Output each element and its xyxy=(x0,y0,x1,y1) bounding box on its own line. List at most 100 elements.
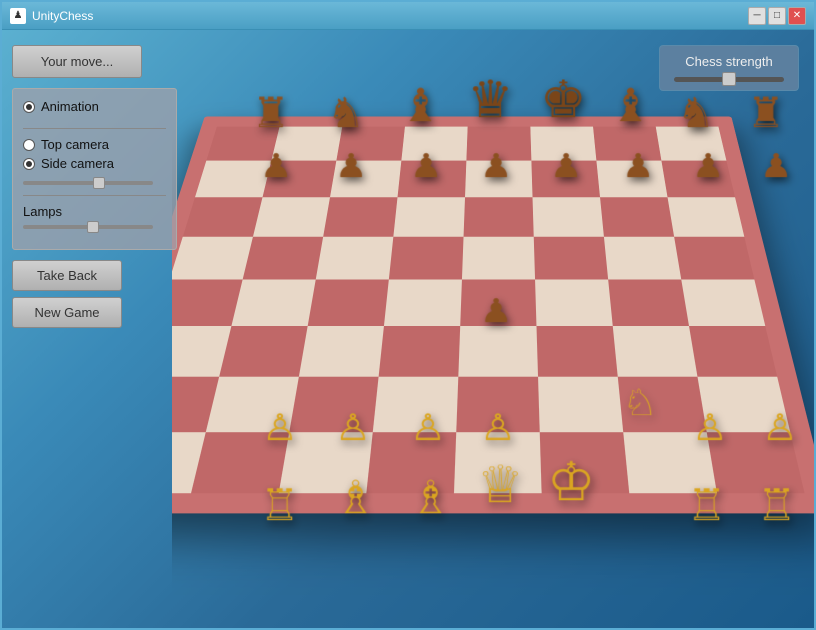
camera-group: Top camera Side camera xyxy=(23,137,166,171)
side-camera-radio-item[interactable]: Side camera xyxy=(23,156,166,171)
cell-3-5[interactable] xyxy=(464,197,534,237)
action-buttons: Take Back New Game xyxy=(12,260,187,328)
chess-board-area: ♜ ♞ ♝ ♛ ♚ ♝ ♞ ♜ ♟ ♟ ♟ ♟ ♟ ♟ ♟ ♟ ♟ xyxy=(172,60,814,628)
new-game-button[interactable]: New Game xyxy=(12,297,122,328)
cell-3-8[interactable] xyxy=(668,197,745,237)
cell-5-4[interactable] xyxy=(384,280,462,326)
chess-strength-panel: Chess strength xyxy=(659,45,799,91)
cell-1-2[interactable] xyxy=(271,127,342,161)
chess-strength-title: Chess strength xyxy=(672,54,786,69)
cell-5-8[interactable] xyxy=(681,280,765,326)
animation-label: Animation xyxy=(41,99,99,114)
cell-2-2[interactable] xyxy=(263,161,337,198)
cell-7-2[interactable] xyxy=(206,377,299,432)
cell-7-4[interactable] xyxy=(373,377,459,432)
cell-5-7[interactable] xyxy=(608,280,689,326)
cell-1-6[interactable] xyxy=(530,127,596,161)
cell-2-7[interactable] xyxy=(596,161,667,198)
cell-6-2[interactable] xyxy=(219,326,308,377)
cell-5-3[interactable] xyxy=(308,280,389,326)
controls-panel: Animation Top camera Side camera xyxy=(12,88,177,250)
window-title: UnityChess xyxy=(32,9,748,23)
cell-3-6[interactable] xyxy=(533,197,604,237)
side-camera-label: Side camera xyxy=(41,156,114,171)
cell-1-7[interactable] xyxy=(593,127,661,161)
cell-3-7[interactable] xyxy=(600,197,674,237)
cell-7-5[interactable] xyxy=(456,377,539,432)
cell-2-5[interactable] xyxy=(465,161,533,198)
cell-8-5[interactable] xyxy=(454,432,542,493)
camera-slider-container xyxy=(23,181,166,185)
cell-2-3[interactable] xyxy=(330,161,401,198)
cell-6-4[interactable] xyxy=(379,326,461,377)
cell-2-1[interactable] xyxy=(195,161,271,198)
camera-slider-track xyxy=(23,181,153,185)
cell-6-7[interactable] xyxy=(613,326,698,377)
app-icon: ♟ xyxy=(10,8,26,24)
cell-1-8[interactable] xyxy=(656,127,727,161)
cell-7-3[interactable] xyxy=(289,377,378,432)
cell-4-6[interactable] xyxy=(534,237,608,280)
divider-2 xyxy=(23,195,166,196)
board-3d xyxy=(172,117,814,628)
cell-4-8[interactable] xyxy=(674,237,754,280)
left-panel: Your move... Animation Top camera xyxy=(12,45,187,328)
cell-6-8[interactable] xyxy=(689,326,777,377)
cell-8-8[interactable] xyxy=(707,432,805,493)
lamps-slider-thumb[interactable] xyxy=(87,221,99,233)
lamps-slider-container xyxy=(23,225,166,229)
animation-radio-item[interactable]: Animation xyxy=(23,99,166,114)
your-move-button[interactable]: Your move... xyxy=(12,45,142,78)
cell-1-4[interactable] xyxy=(401,127,467,161)
cell-7-6[interactable] xyxy=(538,377,623,432)
cell-3-1[interactable] xyxy=(183,197,263,237)
cell-1-3[interactable] xyxy=(336,127,405,161)
cell-5-2[interactable] xyxy=(231,280,315,326)
board-surface xyxy=(172,117,814,514)
cell-7-8[interactable] xyxy=(697,377,790,432)
main-area: ♜ ♞ ♝ ♛ ♚ ♝ ♞ ♜ ♟ ♟ ♟ ♟ ♟ ♟ ♟ ♟ ♟ xyxy=(2,30,814,628)
cell-4-2[interactable] xyxy=(243,237,324,280)
cell-4-7[interactable] xyxy=(604,237,681,280)
board-grid xyxy=(172,127,805,494)
cell-2-6[interactable] xyxy=(531,161,600,198)
top-camera-label: Top camera xyxy=(41,137,109,152)
cell-1-5[interactable] xyxy=(466,127,531,161)
strength-slider-track xyxy=(674,77,784,82)
lamps-label: Lamps xyxy=(23,204,166,219)
cell-8-4[interactable] xyxy=(366,432,456,493)
minimize-button[interactable]: ─ xyxy=(748,7,766,25)
cell-6-5[interactable] xyxy=(458,326,538,377)
animation-radio[interactable] xyxy=(23,101,35,113)
cell-2-8[interactable] xyxy=(661,161,735,198)
cell-6-3[interactable] xyxy=(299,326,384,377)
lamps-slider-track xyxy=(23,225,153,229)
take-back-button[interactable]: Take Back xyxy=(12,260,122,291)
top-camera-radio[interactable] xyxy=(23,139,35,151)
cell-1-1[interactable] xyxy=(206,127,279,161)
strength-slider-thumb[interactable] xyxy=(722,72,736,86)
app-window: ♟ UnityChess ─ □ ✕ xyxy=(0,0,816,630)
cell-4-4[interactable] xyxy=(389,237,464,280)
cell-3-2[interactable] xyxy=(253,197,330,237)
cell-5-5[interactable] xyxy=(460,280,536,326)
cell-4-3[interactable] xyxy=(316,237,394,280)
cell-6-6[interactable] xyxy=(536,326,617,377)
cell-5-6[interactable] xyxy=(535,280,613,326)
cell-3-4[interactable] xyxy=(393,197,465,237)
animation-group: Animation xyxy=(23,99,166,114)
camera-slider-thumb[interactable] xyxy=(93,177,105,189)
cell-8-3[interactable] xyxy=(279,432,373,493)
close-button[interactable]: ✕ xyxy=(788,7,806,25)
top-camera-radio-item[interactable]: Top camera xyxy=(23,137,166,152)
cell-3-3[interactable] xyxy=(323,197,397,237)
side-camera-radio[interactable] xyxy=(23,158,35,170)
maximize-button[interactable]: □ xyxy=(768,7,786,25)
cell-2-4[interactable] xyxy=(398,161,467,198)
cell-8-7[interactable] xyxy=(623,432,717,493)
cell-8-2[interactable] xyxy=(191,432,289,493)
cell-8-6[interactable] xyxy=(540,432,630,493)
divider-1 xyxy=(23,128,166,129)
cell-4-5[interactable] xyxy=(462,237,535,280)
cell-7-7[interactable] xyxy=(618,377,707,432)
